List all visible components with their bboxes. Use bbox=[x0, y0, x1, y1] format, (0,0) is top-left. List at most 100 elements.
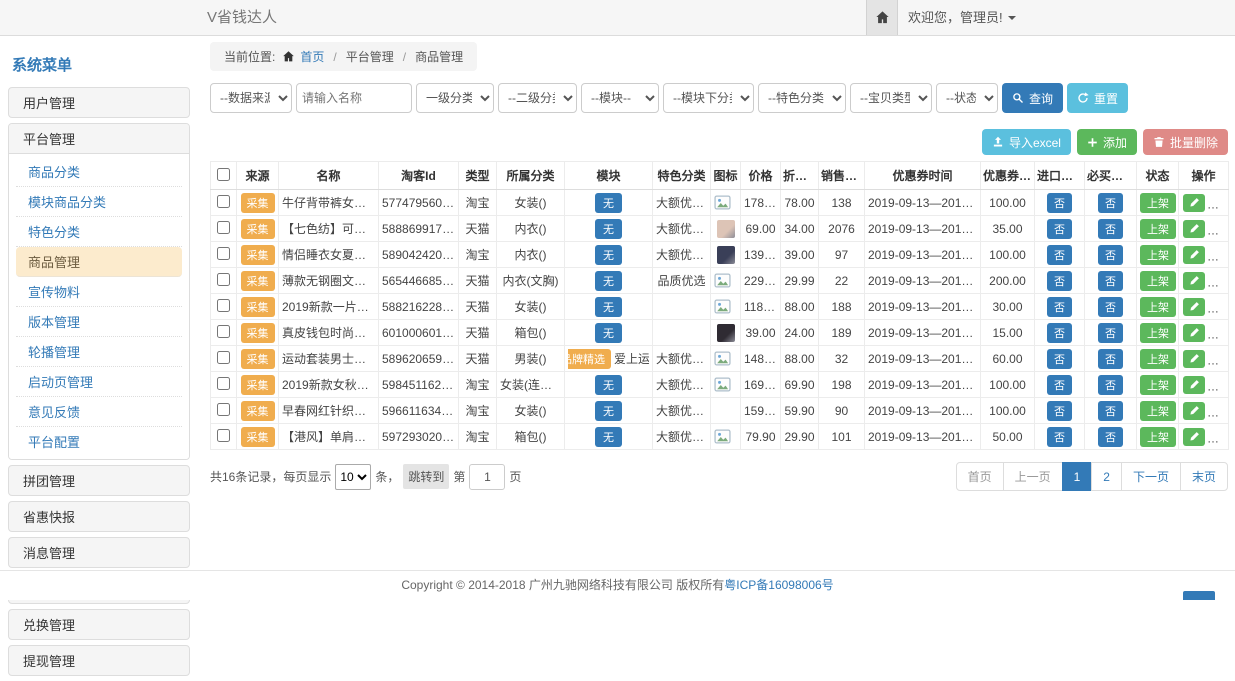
sidebar-item-版本管理[interactable]: 版本管理 bbox=[16, 307, 182, 337]
status-button[interactable]: 上架 bbox=[1140, 349, 1176, 369]
status-button[interactable]: 上架 bbox=[1140, 193, 1176, 213]
row-checkbox[interactable] bbox=[217, 325, 230, 338]
sidebar-section-header[interactable]: 省惠快报 bbox=[9, 502, 189, 531]
edit-button[interactable] bbox=[1183, 220, 1205, 238]
filter-select---特色分类--[interactable]: --特色分类-- bbox=[758, 83, 846, 113]
filter-select---宝贝类型--[interactable]: --宝贝类型-- bbox=[850, 83, 932, 113]
page-button-末页[interactable]: 末页 bbox=[1180, 462, 1228, 491]
must-buy-toggle-button[interactable]: 否 bbox=[1098, 297, 1123, 317]
must-buy-toggle-button[interactable]: 否 bbox=[1098, 323, 1123, 343]
discount-price: 78.00 bbox=[781, 190, 819, 216]
import-select-toggle-button[interactable]: 否 bbox=[1047, 375, 1072, 395]
filter-select---数据来源--[interactable]: --数据来源-- bbox=[210, 83, 292, 113]
import-select-toggle-button[interactable]: 否 bbox=[1047, 401, 1072, 421]
row-checkbox[interactable] bbox=[217, 273, 230, 286]
plus-icon bbox=[1087, 137, 1098, 148]
status-button[interactable]: 上架 bbox=[1140, 427, 1176, 447]
edit-button[interactable] bbox=[1183, 194, 1205, 212]
page-button-上一页[interactable]: 上一页 bbox=[1003, 462, 1063, 491]
sidebar-item-特色分类[interactable]: 特色分类 bbox=[16, 217, 182, 247]
edit-button[interactable] bbox=[1183, 272, 1205, 290]
sidebar-section-header[interactable]: 用户管理 bbox=[9, 88, 189, 117]
status-button[interactable]: 上架 bbox=[1140, 375, 1176, 395]
edit-button[interactable] bbox=[1183, 428, 1205, 446]
sidebar-item-启动页管理[interactable]: 启动页管理 bbox=[16, 367, 182, 397]
home-shortcut-button[interactable] bbox=[866, 0, 898, 35]
reset-button[interactable]: 重置 bbox=[1067, 83, 1128, 113]
cell-import-select: 否 bbox=[1035, 190, 1085, 216]
must-buy-toggle-button[interactable]: 否 bbox=[1098, 245, 1123, 265]
status-button[interactable]: 上架 bbox=[1140, 271, 1176, 291]
name-search-input[interactable] bbox=[296, 83, 412, 113]
import-select-toggle-button[interactable]: 否 bbox=[1047, 271, 1072, 291]
must-buy-toggle-button[interactable]: 否 bbox=[1098, 427, 1123, 447]
filter-select---模块--[interactable]: --模块-- bbox=[581, 83, 659, 113]
sidebar-item-宣传物料[interactable]: 宣传物料 bbox=[16, 277, 182, 307]
sidebar-section-header[interactable]: 兑换管理 bbox=[9, 610, 189, 639]
sidebar-section-header[interactable]: 拼团管理 bbox=[9, 466, 189, 495]
import-select-toggle-button[interactable]: 否 bbox=[1047, 323, 1072, 343]
sidebar-section-header[interactable]: 提现管理 bbox=[9, 646, 189, 675]
row-checkbox[interactable] bbox=[217, 221, 230, 234]
import-select-toggle-button[interactable]: 否 bbox=[1047, 219, 1072, 239]
add-button[interactable]: 添加 bbox=[1077, 129, 1137, 155]
batch-delete-button[interactable]: 批量删除 bbox=[1143, 129, 1228, 155]
row-checkbox[interactable] bbox=[217, 351, 230, 364]
sidebar-item-商品分类[interactable]: 商品分类 bbox=[16, 157, 182, 187]
must-buy-toggle-button[interactable]: 否 bbox=[1098, 193, 1123, 213]
edit-button[interactable] bbox=[1183, 246, 1205, 264]
row-checkbox[interactable] bbox=[217, 195, 230, 208]
edit-button[interactable] bbox=[1183, 298, 1205, 316]
page-button-2[interactable]: 2 bbox=[1091, 462, 1122, 491]
row-checkbox[interactable] bbox=[217, 429, 230, 442]
status-button[interactable]: 上架 bbox=[1140, 323, 1176, 343]
must-buy-toggle-button[interactable]: 否 bbox=[1098, 401, 1123, 421]
column-header-操作: 操作 bbox=[1179, 162, 1229, 190]
icp-link[interactable]: 粤ICP备16098006号 bbox=[724, 578, 833, 592]
sidebar-item-商品管理[interactable]: 商品管理 bbox=[16, 247, 182, 277]
status-button[interactable]: 上架 bbox=[1140, 401, 1176, 421]
import-select-toggle-button[interactable]: 否 bbox=[1047, 427, 1072, 447]
page-jump-input[interactable] bbox=[469, 464, 505, 490]
sidebar-item-模块商品分类[interactable]: 模块商品分类 bbox=[16, 187, 182, 217]
search-button[interactable]: 查询 bbox=[1002, 83, 1063, 113]
page-button-1[interactable]: 1 bbox=[1062, 462, 1093, 491]
sidebar-section-header[interactable]: 平台管理 bbox=[9, 124, 189, 154]
status-button[interactable]: 上架 bbox=[1140, 245, 1176, 265]
import-select-toggle-button[interactable]: 否 bbox=[1047, 245, 1072, 265]
breadcrumb-home-link[interactable]: 首页 bbox=[300, 48, 324, 65]
import-select-toggle-button[interactable]: 否 bbox=[1047, 349, 1072, 369]
row-checkbox[interactable] bbox=[217, 247, 230, 260]
back-to-top-button[interactable] bbox=[1183, 591, 1215, 600]
import-select-toggle-button[interactable]: 否 bbox=[1047, 297, 1072, 317]
import-excel-button[interactable]: 导入excel bbox=[982, 129, 1071, 155]
row-checkbox[interactable] bbox=[217, 377, 230, 390]
row-checkbox[interactable] bbox=[217, 299, 230, 312]
filter-select---二级分类--[interactable]: --二级分类-- bbox=[498, 83, 577, 113]
per-page-select[interactable]: 10 bbox=[335, 464, 371, 490]
edit-button[interactable] bbox=[1183, 402, 1205, 420]
user-menu[interactable]: 欢迎您，管理员! bbox=[908, 0, 1016, 35]
edit-button[interactable] bbox=[1183, 350, 1205, 368]
sidebar-item-意见反馈[interactable]: 意见反馈 bbox=[16, 397, 182, 427]
page-button-下一页[interactable]: 下一页 bbox=[1121, 462, 1181, 491]
status-button[interactable]: 上架 bbox=[1140, 297, 1176, 317]
must-buy-toggle-button[interactable]: 否 bbox=[1098, 219, 1123, 239]
page-button-首页[interactable]: 首页 bbox=[956, 462, 1004, 491]
sidebar-section-header[interactable]: 消息管理 bbox=[9, 538, 189, 567]
import-select-toggle-button[interactable]: 否 bbox=[1047, 193, 1072, 213]
sidebar-item-平台配置[interactable]: 平台配置 bbox=[16, 427, 182, 456]
must-buy-toggle-button[interactable]: 否 bbox=[1098, 271, 1123, 291]
must-buy-toggle-button[interactable]: 否 bbox=[1098, 375, 1123, 395]
row-checkbox[interactable] bbox=[217, 403, 230, 416]
sidebar-item-轮播管理[interactable]: 轮播管理 bbox=[16, 337, 182, 367]
filter-select-一级分类[interactable]: 一级分类 bbox=[416, 83, 494, 113]
status-button[interactable]: 上架 bbox=[1140, 219, 1176, 239]
filter-select---模块下分类--[interactable]: --模块下分类-- bbox=[663, 83, 754, 113]
table-row: 采集真皮钱包时尚优雅女士...601000601341天猫箱包()无39.002… bbox=[211, 320, 1229, 346]
edit-button[interactable] bbox=[1183, 376, 1205, 394]
edit-button[interactable] bbox=[1183, 324, 1205, 342]
select-all-checkbox[interactable] bbox=[217, 168, 230, 181]
must-buy-toggle-button[interactable]: 否 bbox=[1098, 349, 1123, 369]
filter-select---状态--[interactable]: --状态-- bbox=[936, 83, 998, 113]
